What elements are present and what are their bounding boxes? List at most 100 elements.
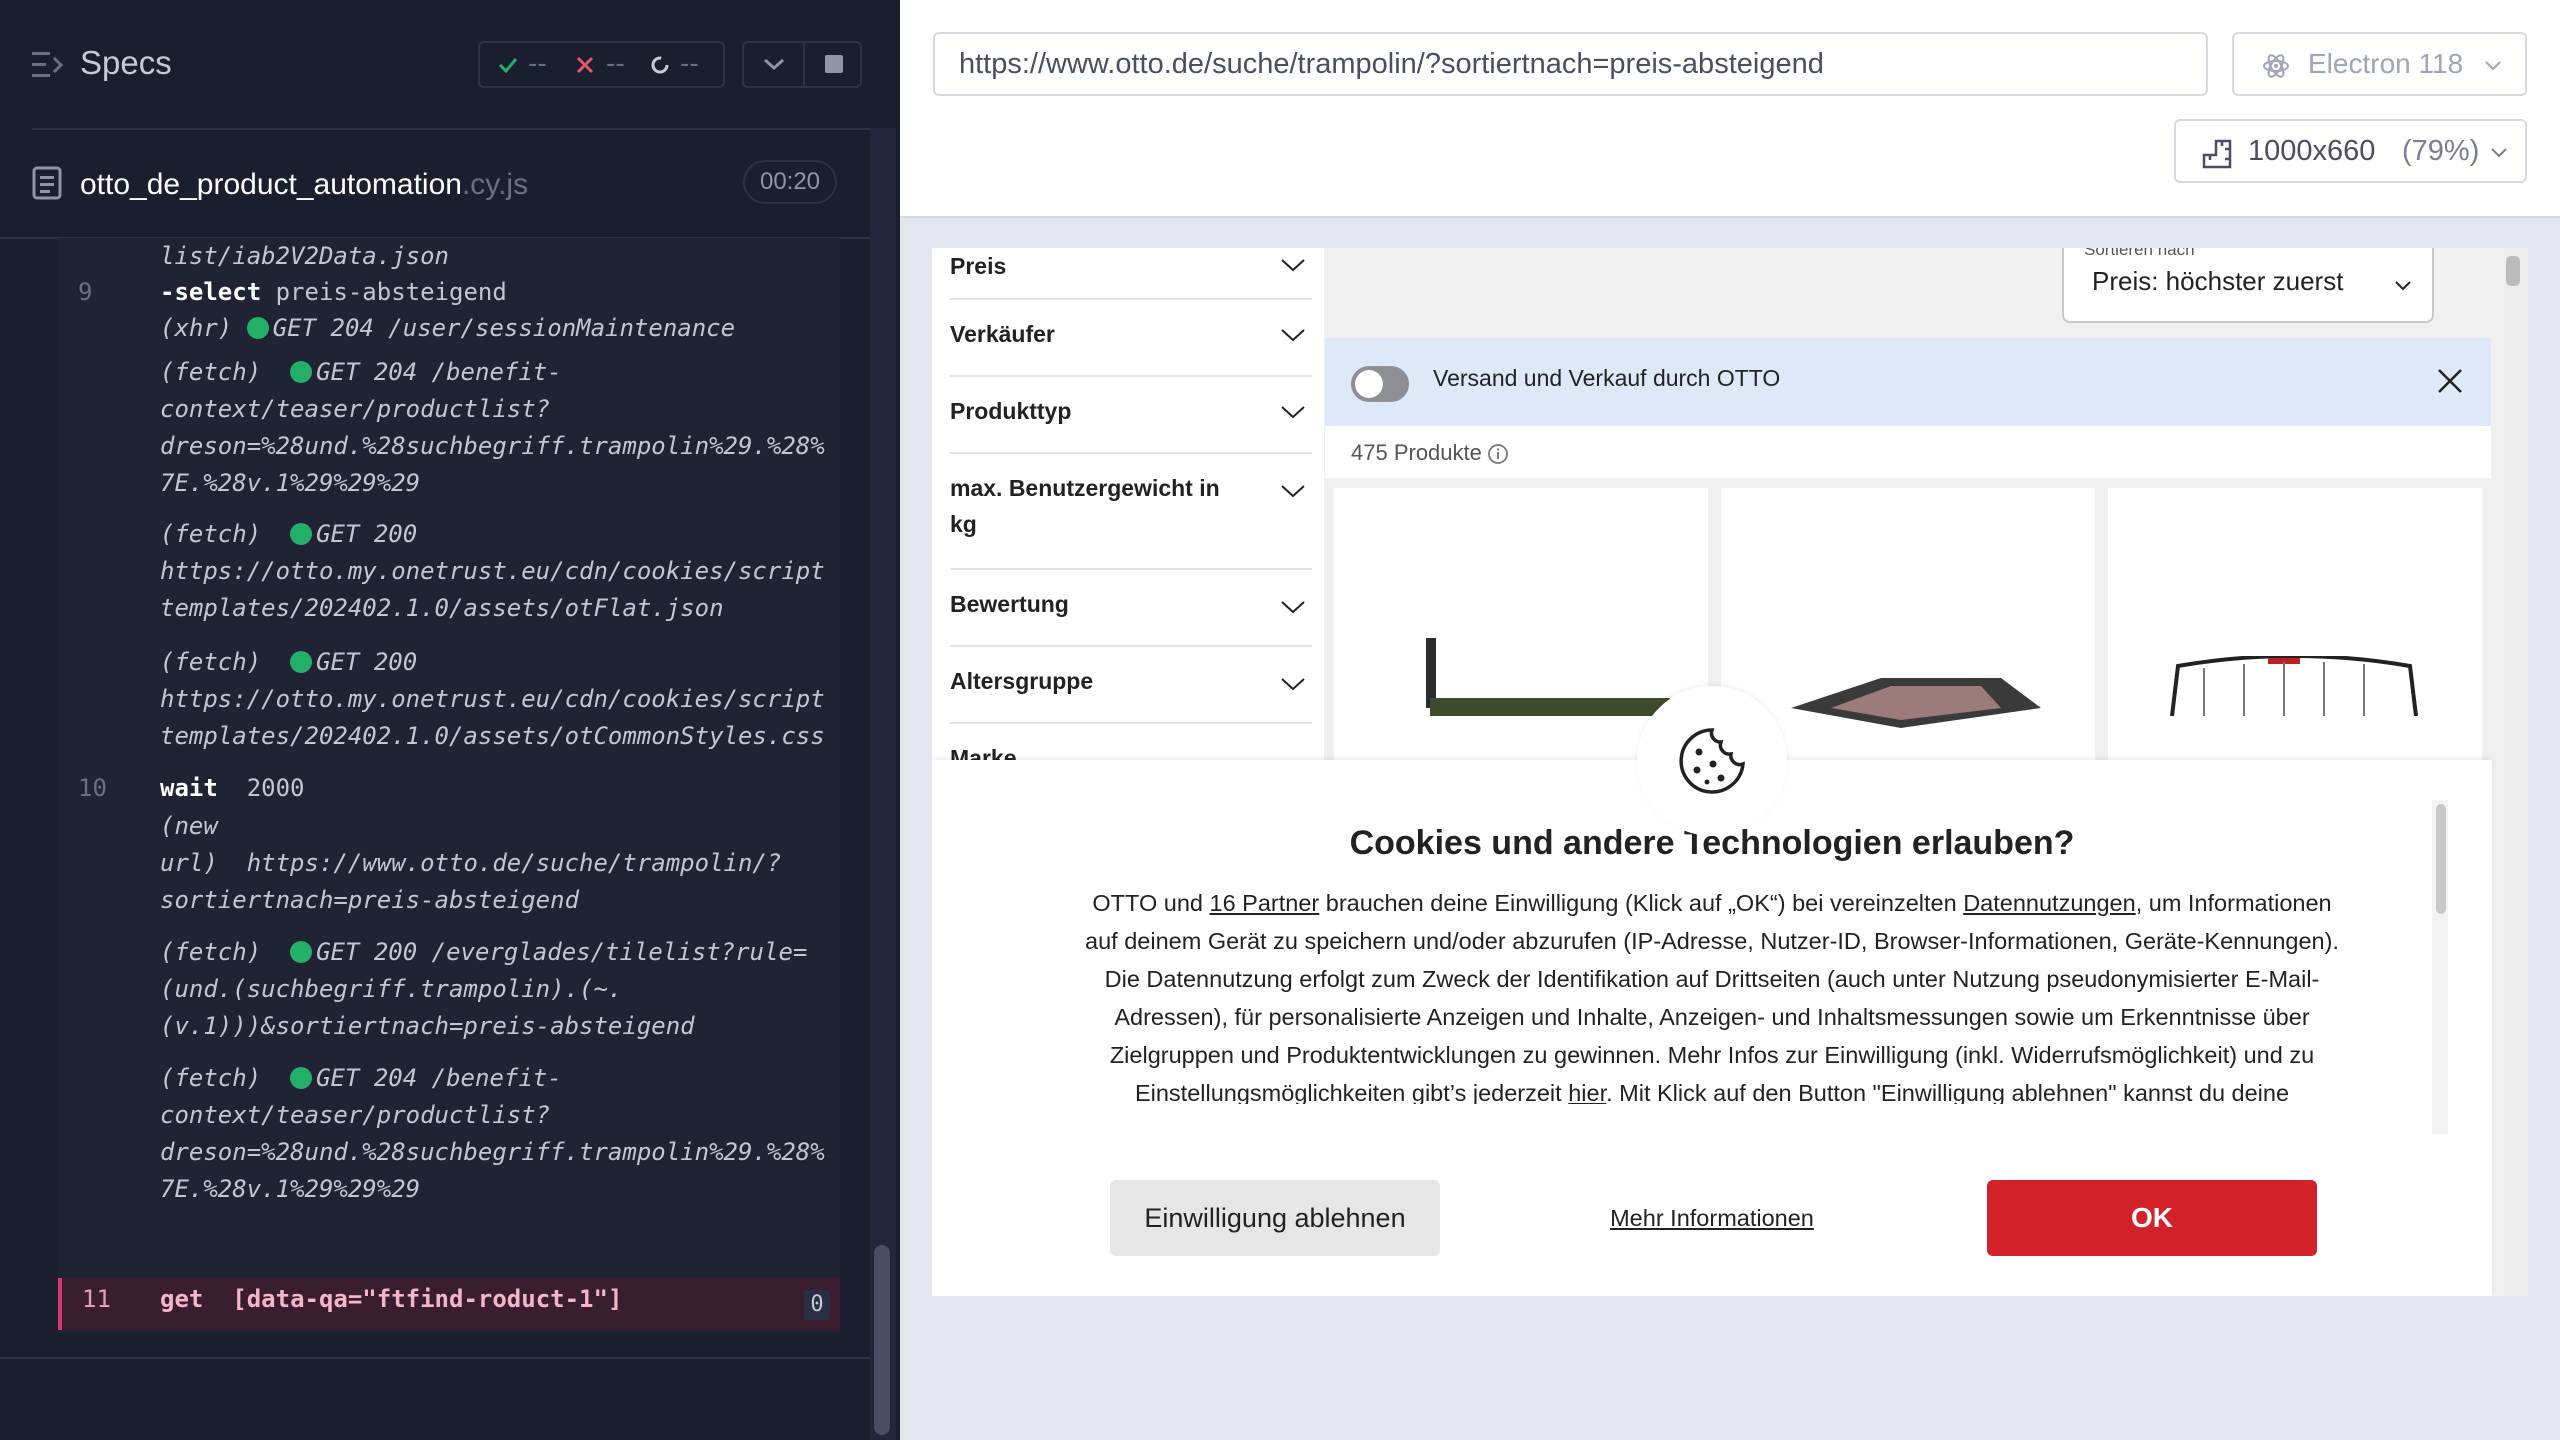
command-name-text: wait [160, 774, 218, 802]
command-text: context/teaser/productlist? [160, 1101, 551, 1129]
command-text: dreson=%28und.%28suchbegriff.trampolin%2… [160, 432, 825, 460]
spec-file-row: otto_de_product_automation.cy.js 00:20 [0, 150, 900, 240]
command-log: list/iab2V2Data.json 9 -select preis-abs… [58, 238, 840, 1333]
chevron-down-icon[interactable] [762, 55, 786, 73]
command-type: (fetch) [160, 1064, 262, 1092]
preview-panel: https://www.otto.de/suche/trampolin/?sor… [900, 0, 2560, 1440]
product-count: 475 Produkte [1351, 440, 1482, 465]
command-message: (fetch) GET 200 /everglades/tilelist?rul… [160, 934, 840, 1045]
command-number: 10 [78, 774, 107, 802]
filter-produkttyp[interactable]: Produkttyp [950, 375, 1312, 454]
cookie-icon-badge [1637, 686, 1787, 836]
run-duration: 00:20 [743, 160, 837, 204]
filter-bewertung[interactable]: Bewertung [950, 568, 1312, 647]
command-text: https://otto.my.onetrust.eu/cdn/cookies/… [160, 557, 825, 585]
spec-file-name: otto_de_product_automation.cy.js [80, 168, 528, 202]
filter-benutzergewicht[interactable]: max. Benutzergewicht in kg [950, 452, 1312, 570]
more-info-link[interactable]: Mehr Informationen [1577, 1180, 1847, 1256]
filter-label: Bewertung [950, 591, 1069, 617]
command-text: GET 200 /everglades/tilelist?rule= [316, 938, 808, 966]
command-text: context/teaser/productlist? [160, 395, 551, 423]
status-dot-icon [290, 361, 313, 383]
sort-label: Sortieren nach [2080, 248, 2199, 260]
command-text: GET 200 [316, 648, 418, 676]
chevron-down-icon [2491, 148, 2507, 158]
browser-selector[interactable]: Electron 118 [2232, 32, 2527, 96]
command-type: (fetch) [160, 358, 262, 386]
cookie-consent-dialog: Cookies und andere Technologien erlauben… [932, 760, 2492, 1296]
banner-text: Versand und Verkauf durch OTTO [1433, 365, 1781, 391]
specs-header: Specs -- -- -- [0, 0, 900, 130]
filter-altersgruppe[interactable]: Altersgruppe [950, 645, 1312, 724]
divider [0, 1357, 870, 1359]
document-icon [32, 166, 62, 200]
reporter-panel: Specs -- -- -- otto_de_product_automatio… [0, 0, 900, 1440]
app-under-test: Preis Verkäufer Produkttyp max. Benutzer… [932, 248, 2528, 1296]
toggle-knob [1355, 370, 1383, 398]
failed-count: -- [606, 49, 625, 79]
cookie-text-part: , um Informationen auf deinem Gerät zu s… [1085, 890, 2339, 1104]
command-text: (und.(suchbegriff.trampolin).(~. [160, 975, 623, 1003]
x-icon [576, 56, 594, 74]
scrollbar-track[interactable] [870, 128, 896, 1440]
command-number: 9 [78, 278, 93, 306]
command-arg: [data-qa="ftfind-roduct-1"] [232, 1285, 623, 1313]
viewport-size: 1000x660 [2248, 135, 2376, 167]
cookie-text-part: brauchen deine Einwilligung (Klick auf „… [1319, 890, 1964, 916]
decline-button[interactable]: Einwilligung ablehnen [1110, 1180, 1440, 1256]
stats-box: -- -- -- [478, 41, 725, 88]
product-count-row: 475 Produkte [1325, 426, 2491, 478]
close-icon[interactable] [2433, 364, 2467, 398]
viewport-selector[interactable]: 1000x660 (79%) [2174, 119, 2527, 183]
command-message: (fetch) GET 200 https://otto.my.onetrust.… [160, 516, 840, 627]
command-text: GET 204 /benefit- [316, 358, 562, 386]
check-icon [498, 58, 518, 74]
active-command-row[interactable]: 11 get [data-qa="ftfind-roduct-1"] 0 [58, 1278, 840, 1330]
command-name: wait 2000 [160, 770, 305, 807]
command-text: dreson=%28und.%28suchbegriff.trampolin%2… [160, 1138, 825, 1166]
page-scrollbar-thumb[interactable] [2506, 256, 2520, 286]
command-text: sortiertnach=preis-absteigend [160, 886, 580, 914]
filter-sidebar: Preis Verkäufer Produkttyp max. Benutzer… [950, 248, 1312, 771]
command-text: https://otto.my.onetrust.eu/cdn/cookies/… [160, 685, 825, 713]
url-input[interactable]: https://www.otto.de/suche/trampolin/?sor… [933, 32, 2208, 96]
filter-label: max. Benutzergewicht in kg [950, 475, 1220, 537]
command-text: https://www.otto.de/suche/trampolin/? [246, 849, 782, 877]
datennutzungen-link[interactable]: Datennutzungen [1963, 890, 2135, 916]
page-scrollbar[interactable] [2504, 248, 2528, 1296]
filter-preis[interactable]: Preis [950, 248, 1312, 300]
cookie-icon [1679, 728, 1746, 794]
command-name-text: get [160, 1285, 204, 1313]
partner-link[interactable]: 16 Partner [1210, 890, 1320, 916]
filter-label: Altersgruppe [950, 668, 1094, 694]
command-message: (new url) https://www.otto.de/suche/tramp… [160, 808, 840, 919]
divider [803, 43, 805, 86]
browser-name: Electron 118 [2308, 48, 2464, 79]
command-arg: 2000 [246, 774, 305, 802]
specs-title[interactable]: Specs [80, 44, 172, 82]
command-text: (v.1)))&sortiertnach=preis-absteigend [160, 1012, 695, 1040]
chevron-down-icon [1281, 329, 1305, 342]
chevron-down-icon [2485, 61, 2501, 71]
info-icon[interactable] [1487, 443, 1509, 465]
product-image [1791, 678, 2041, 728]
hier-link[interactable]: hier [1568, 1080, 1606, 1104]
specs-list-icon[interactable] [32, 50, 64, 80]
command-text: templates/202402.1.0/assets/otCommonStyl… [160, 722, 825, 750]
cookie-scrollbar-thumb[interactable] [2436, 804, 2446, 914]
command-text: GET 204 /user/sessionMaintenance [272, 314, 736, 342]
electron-icon [2263, 54, 2289, 78]
chevron-down-icon [1281, 601, 1305, 614]
browser-toolbar: https://www.otto.de/suche/trampolin/?sor… [900, 0, 2560, 218]
scrollbar-thumb[interactable] [874, 1245, 890, 1435]
sort-value: Preis: höchster zuerst [2092, 266, 2344, 296]
ok-button[interactable]: OK [1987, 1180, 2317, 1256]
spec-controls [742, 41, 862, 88]
filter-label: Preis [950, 253, 1007, 279]
filter-verkaeufer[interactable]: Verkäufer [950, 298, 1312, 377]
command-text: 7E.%28v.1%29%29%29 [160, 469, 421, 497]
product-image [1426, 638, 1670, 716]
pending-icon [651, 56, 669, 74]
command-type: (new [160, 812, 218, 840]
stop-icon[interactable] [824, 54, 844, 74]
